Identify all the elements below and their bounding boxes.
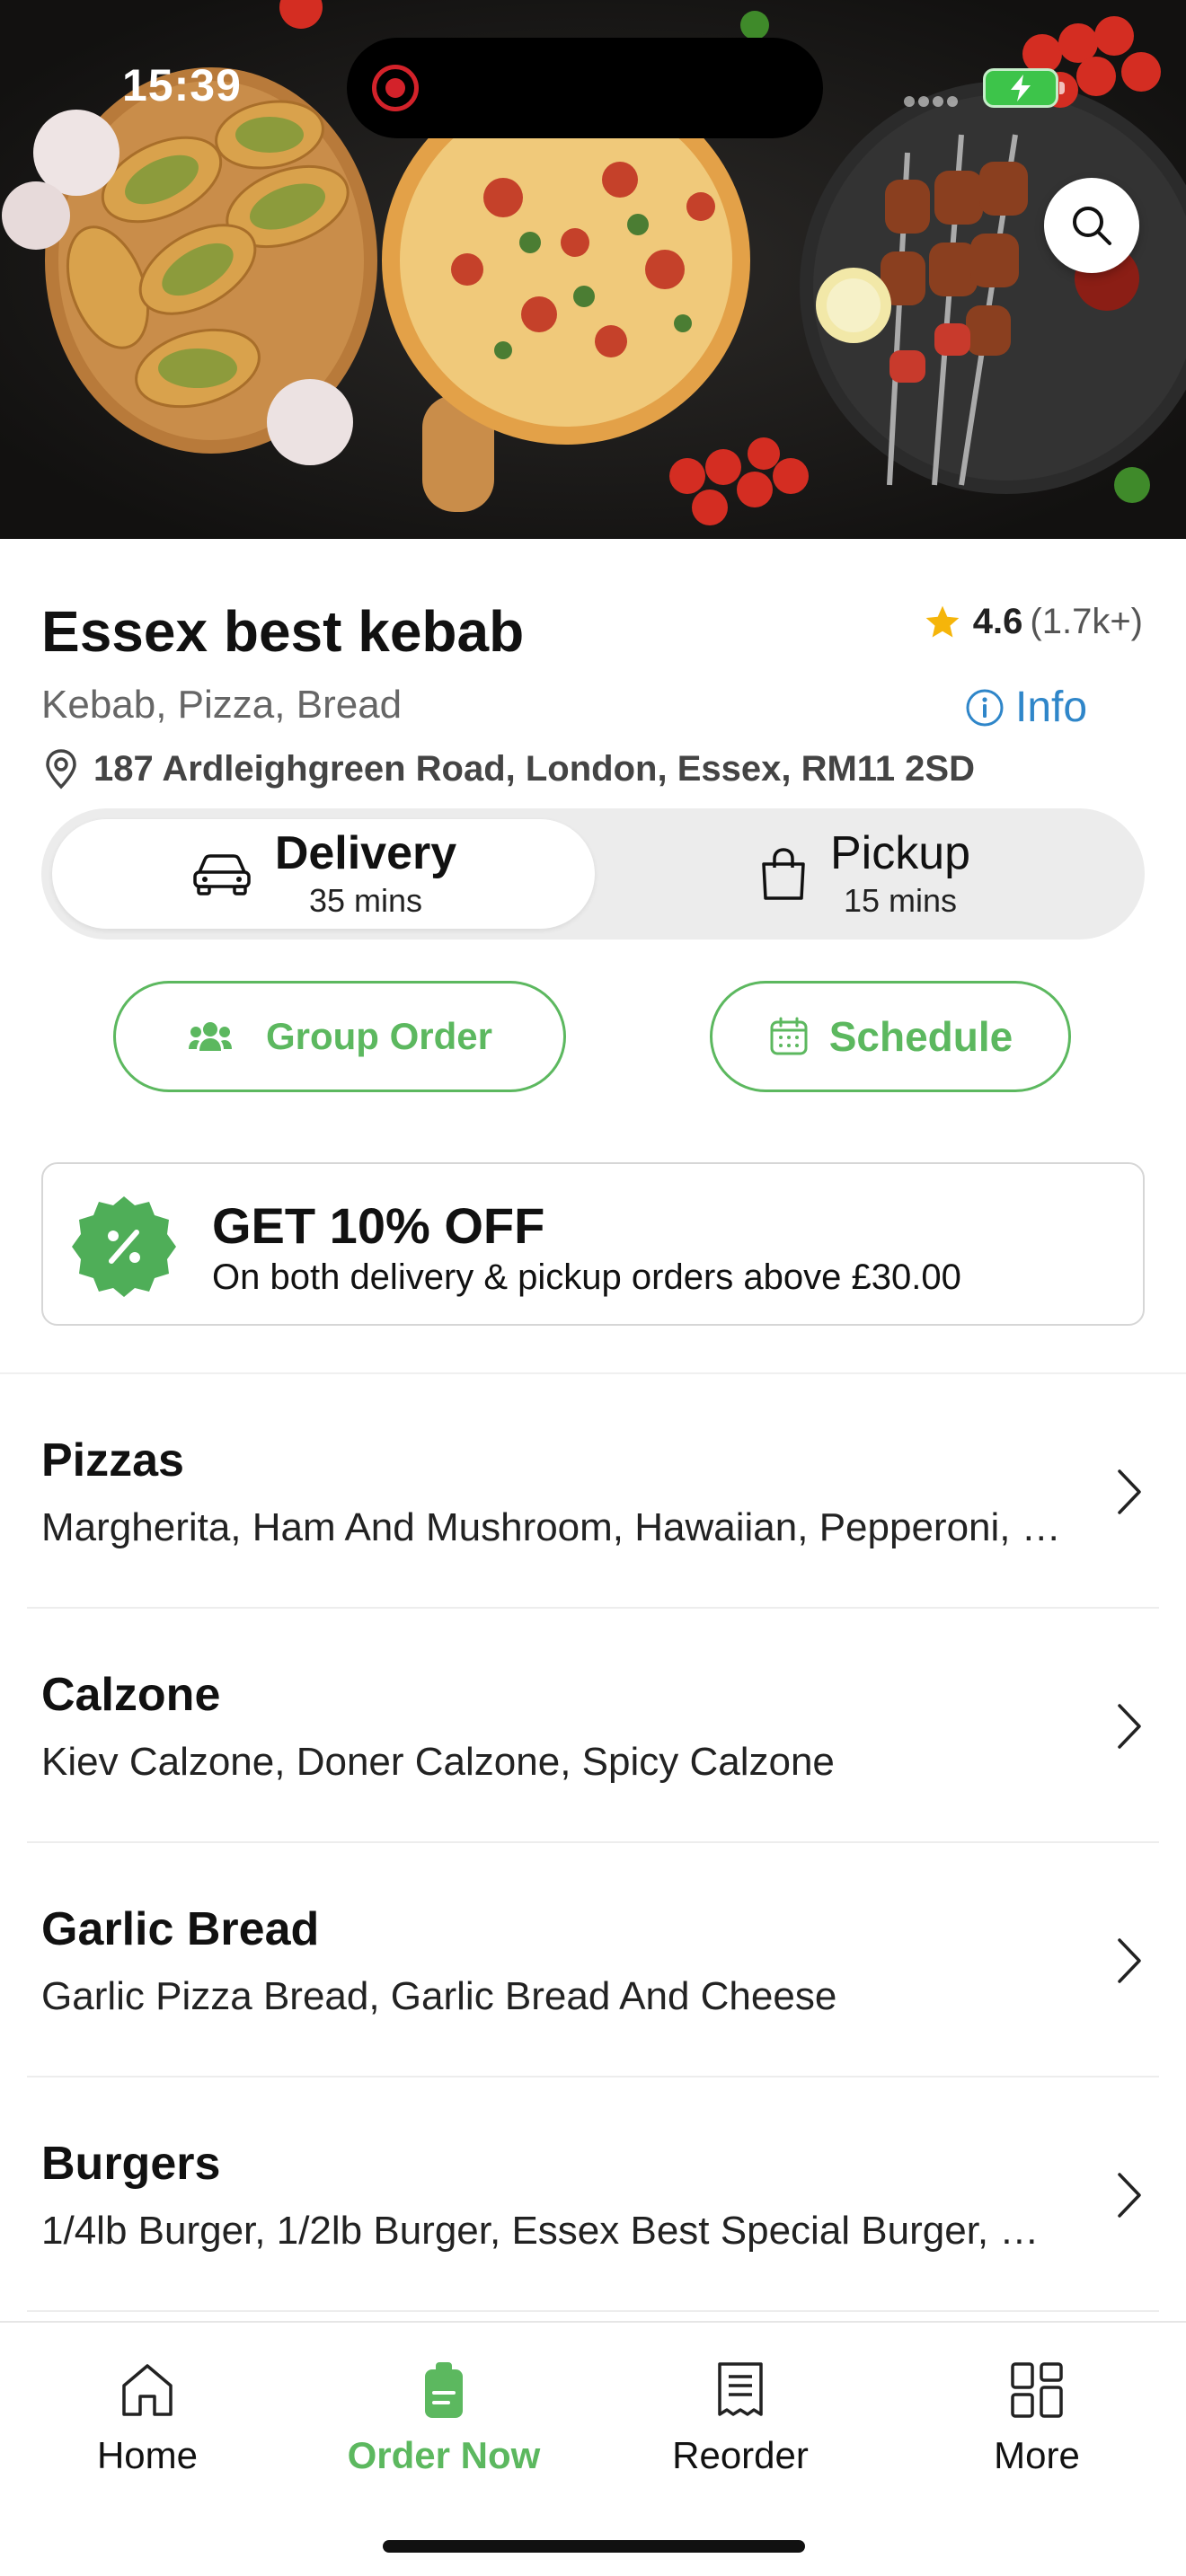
category-name: Calzone	[41, 1669, 221, 1721]
chevron-right-icon	[1118, 1938, 1141, 1983]
nav-home-label: Home	[96, 2434, 199, 2476]
category-items: Garlic Pizza Bread, Garlic Bread And Che…	[41, 1974, 837, 2018]
chevron-right-icon	[1118, 1469, 1141, 1514]
rating-count: (1.7k+)	[1030, 602, 1143, 641]
star-icon	[925, 605, 960, 637]
address-text: 187 Ardleighgreen Road, London, Essex, R…	[93, 748, 975, 789]
pickup-label: Pickup	[829, 827, 971, 879]
shopping-bag-icon	[762, 848, 805, 900]
pickup-time: 15 mins	[843, 882, 958, 919]
search-button[interactable]	[1044, 178, 1139, 273]
category-name: Burgers	[41, 2138, 221, 2190]
rating-value: 4.6	[972, 602, 1023, 641]
nav-order-now-label: Order Now	[347, 2434, 541, 2476]
category-items: Margherita, Ham And Mushroom, Hawaiian, …	[41, 1505, 1066, 1549]
group-icon	[188, 1022, 232, 1051]
battery-charging-icon	[983, 68, 1065, 108]
delivery-label: Delivery	[274, 827, 457, 879]
divider	[27, 2310, 1159, 2312]
bottom-nav: Home Order Now Reorder More	[0, 2321, 1186, 2576]
schedule-button[interactable]: Schedule	[710, 981, 1071, 1092]
address: 187 Ardleighgreen Road, London, Essex, R…	[41, 747, 975, 790]
promo-banner[interactable]: GET 10% OFF On both delivery & pickup or…	[41, 1162, 1145, 1326]
nav-order-now[interactable]: Order Now	[318, 2360, 570, 2477]
menu-category-calzone[interactable]: Calzone Kiev Calzone, Doner Calzone, Spi…	[0, 1609, 1186, 1843]
nav-more[interactable]: More	[911, 2360, 1163, 2477]
restaurant-name: Essex best kebab	[41, 599, 525, 664]
nav-reorder-label: Reorder	[672, 2434, 809, 2476]
info-icon	[966, 689, 1004, 726]
nav-home[interactable]: Home	[22, 2360, 273, 2477]
cuisine-tags: Kebab, Pizza, Bread	[41, 683, 403, 727]
status-time: 15:39	[122, 60, 242, 110]
menu-category-burgers[interactable]: Burgers 1/4lb Burger, 1/2lb Burger, Esse…	[0, 2078, 1186, 2312]
category-name: Pizzas	[41, 1434, 184, 1486]
menu-category-list: Pizzas Margherita, Ham And Mushroom, Haw…	[0, 1374, 1186, 2312]
chevron-right-icon	[1118, 1704, 1141, 1749]
calendar-icon	[770, 1017, 808, 1055]
recording-icon	[372, 65, 419, 111]
menu-category-pizzas[interactable]: Pizzas Margherita, Ham And Mushroom, Haw…	[0, 1374, 1186, 1609]
category-items: 1/4lb Burger, 1/2lb Burger, Essex Best S…	[41, 2209, 1066, 2253]
home-indicator	[383, 2540, 805, 2553]
search-icon	[1073, 207, 1111, 245]
delivery-option[interactable]: Delivery 35 mins	[52, 819, 595, 929]
location-pin-icon	[46, 749, 76, 790]
nav-more-label: More	[994, 2434, 1080, 2476]
info-label: Info	[1015, 684, 1088, 731]
home-icon	[122, 2364, 173, 2416]
pickup-option[interactable]: Pickup 15 mins	[595, 819, 1134, 929]
nav-reorder[interactable]: Reorder	[615, 2360, 866, 2477]
rating: 4.6 (1.7k+)	[923, 602, 1143, 642]
car-icon	[193, 854, 251, 895]
category-name: Garlic Bread	[41, 1903, 320, 1955]
info-link[interactable]: Info	[965, 683, 1087, 732]
menu-category-garlic-bread[interactable]: Garlic Bread Garlic Pizza Bread, Garlic …	[0, 1843, 1186, 2078]
delivery-time: 35 mins	[308, 882, 423, 919]
schedule-label: Schedule	[828, 1013, 1013, 1060]
group-order-button[interactable]: Group Order	[113, 981, 566, 1092]
receipt-icon	[718, 2362, 763, 2416]
order-icon	[425, 2362, 463, 2418]
grid-more-icon	[1011, 2362, 1063, 2418]
promo-subtitle: On both delivery & pickup orders above £…	[212, 1257, 961, 1297]
dynamic-island	[347, 38, 823, 138]
promo-title: GET 10% OFF	[212, 1197, 545, 1254]
category-items: Kiev Calzone, Doner Calzone, Spicy Calzo…	[41, 1740, 835, 1784]
signal-icon	[904, 95, 967, 108]
group-order-label: Group Order	[265, 1015, 493, 1057]
chevron-right-icon	[1118, 2173, 1141, 2218]
discount-badge-icon	[72, 1196, 176, 1297]
order-mode-toggle: Delivery 35 mins Pickup 15 mins	[41, 808, 1145, 940]
hero-banner: 15:39	[0, 0, 1186, 539]
